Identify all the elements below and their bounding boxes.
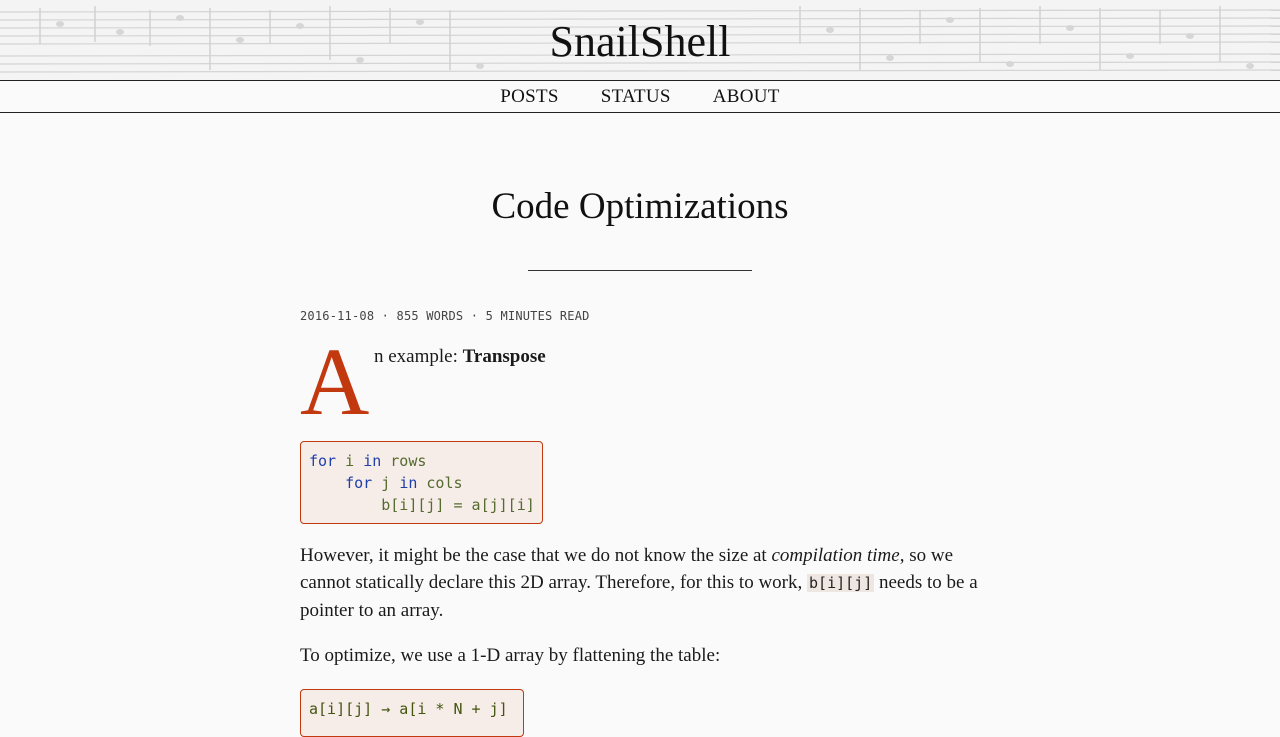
post-title: Code Optimizations xyxy=(491,186,789,227)
post-content: A n example: Transpose xyxy=(300,328,980,440)
intro-text: n example: Transpose xyxy=(374,343,546,370)
post-meta: 2016-11-08 · 855 WORDS · 5 MINUTES READ xyxy=(300,309,590,323)
code-token: cols xyxy=(417,474,463,492)
dropcap: A xyxy=(300,328,370,435)
intro-rest: n example: xyxy=(374,346,463,367)
code-keyword: in xyxy=(399,474,418,492)
code-keyword: for xyxy=(309,474,373,492)
emphasis-text: compilation time xyxy=(771,545,900,566)
paragraph-compilation-time: However, it might be the case that we do… xyxy=(300,542,980,624)
intro-bold: Transpose xyxy=(462,346,546,367)
code-token: b[i][j] = a[j][i] xyxy=(309,496,535,514)
site-title[interactable]: SnailShell xyxy=(0,14,1280,70)
site-header: SnailShell xyxy=(0,0,1280,80)
inline-code: b[i][j] xyxy=(807,574,875,592)
code-token: j xyxy=(372,474,400,492)
text-span: However, it might be the case that we do… xyxy=(300,545,772,566)
nav-item-status[interactable]: STATUS xyxy=(601,86,671,108)
nav-item-about[interactable]: ABOUT xyxy=(713,86,780,108)
title-divider xyxy=(528,270,752,271)
main-nav: POSTS STATUS ABOUT xyxy=(0,80,1280,113)
intro-paragraph: A n example: Transpose xyxy=(300,328,980,440)
code-token: i xyxy=(336,452,364,470)
paragraph-optimize: To optimize, we use a 1-D array by flatt… xyxy=(300,645,721,666)
code-block-transpose: for i in rows for j in cols b[i][j] = a[… xyxy=(300,441,543,524)
code-keyword: in xyxy=(363,452,382,470)
nav-item-posts[interactable]: POSTS xyxy=(500,86,559,108)
code-block-flatten: a[i][j] → a[i * N + j] xyxy=(300,689,524,737)
code-token: rows xyxy=(381,452,427,470)
code-keyword: for xyxy=(309,452,337,470)
